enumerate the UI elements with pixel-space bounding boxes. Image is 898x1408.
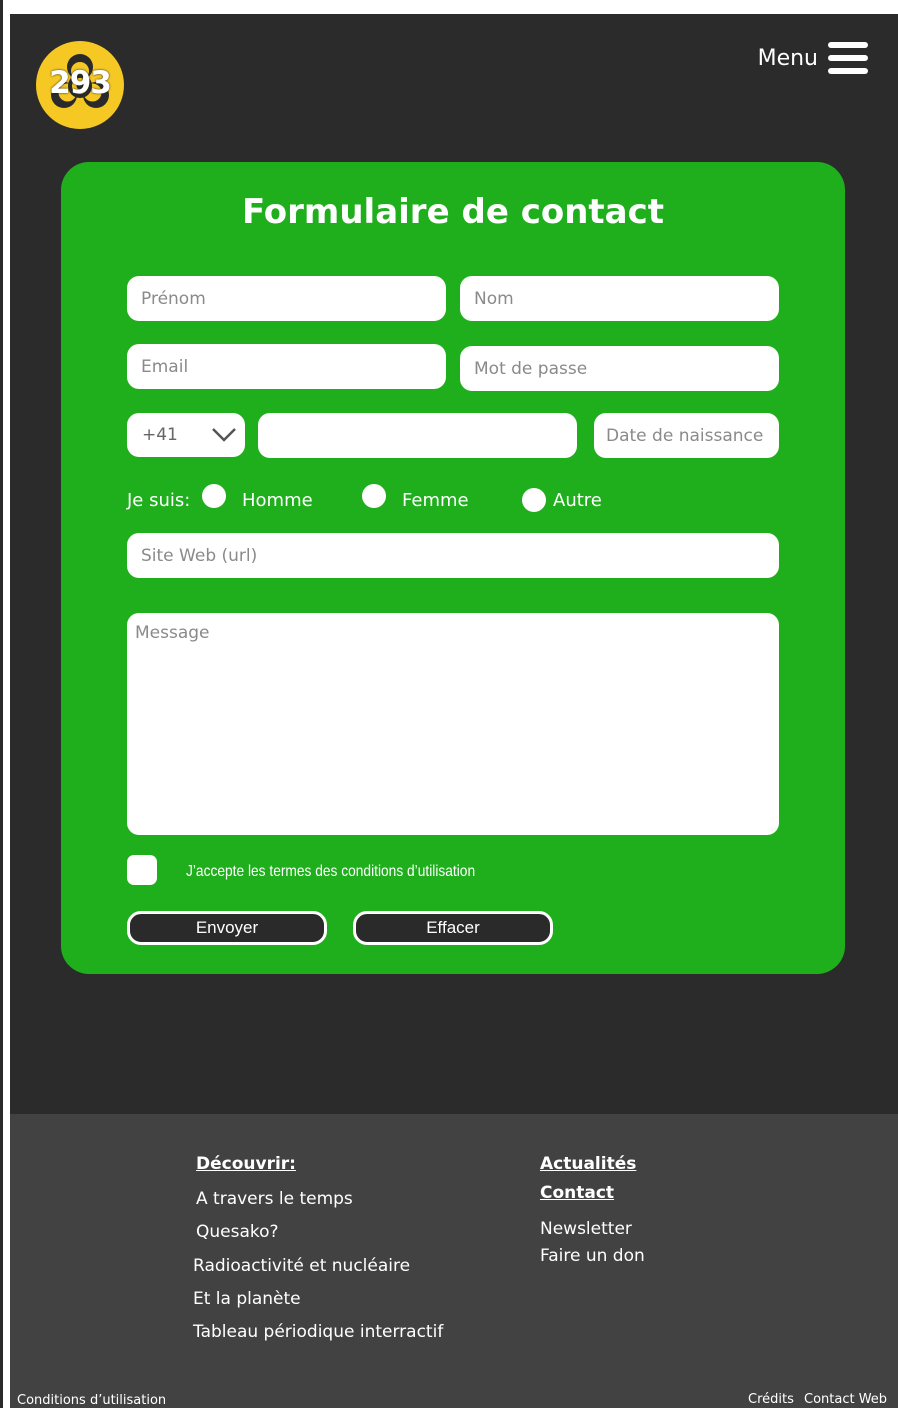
site-footer: Découvrir: A travers le temps Quesako? R… xyxy=(10,1114,898,1408)
phone-prefix-select[interactable]: +41 xyxy=(127,413,245,457)
reset-button[interactable]: Effacer xyxy=(353,911,553,945)
message-textarea[interactable] xyxy=(127,613,779,835)
footer-link[interactable]: Quesako? xyxy=(196,1222,279,1242)
radio-femme[interactable] xyxy=(362,484,386,508)
contact-form-card: Formulaire de contact +41 Je suis: Homme… xyxy=(61,162,845,974)
footer-discover-heading[interactable]: Découvrir: xyxy=(196,1154,296,1174)
password-input[interactable] xyxy=(460,346,779,391)
footer-link[interactable]: Et la planète xyxy=(193,1289,301,1309)
gender-label: Je suis: xyxy=(127,490,191,511)
website-input[interactable] xyxy=(127,533,779,578)
terms-label: J’accepte les termes des conditions d’ut… xyxy=(186,863,476,880)
radio-homme[interactable] xyxy=(202,484,226,508)
menu-button[interactable]: Menu xyxy=(758,42,868,74)
footer-link[interactable]: Tableau périodique interractif xyxy=(193,1322,443,1342)
footer-terms-link[interactable]: Conditions d’utilisation xyxy=(17,1393,166,1408)
birthdate-input[interactable] xyxy=(594,413,779,458)
footer-news-heading[interactable]: Actualités xyxy=(540,1154,636,1174)
menu-label: Menu xyxy=(757,45,818,71)
footer-link[interactable]: A travers le temps xyxy=(196,1189,353,1209)
phone-input[interactable] xyxy=(258,413,577,458)
submit-button[interactable]: Envoyer xyxy=(127,911,327,945)
page-title: Formulaire de contact xyxy=(241,192,665,232)
top-edge xyxy=(0,0,898,14)
chevron-down-icon xyxy=(212,428,236,442)
phone-prefix-value: +41 xyxy=(142,425,178,445)
terms-checkbox[interactable] xyxy=(127,855,157,885)
radio-autre[interactable] xyxy=(522,488,546,512)
footer-link[interactable]: Radioactivité et nucléaire xyxy=(193,1256,410,1276)
email-input[interactable] xyxy=(127,344,446,389)
footer-contact-heading[interactable]: Contact xyxy=(540,1183,614,1203)
site-logo[interactable]: 293 xyxy=(36,41,124,129)
gender-radio-group: Je suis: Homme Femme Autre xyxy=(127,484,747,516)
left-edge xyxy=(0,0,3,1408)
radio-homme-label: Homme xyxy=(242,490,313,511)
footer-contact-web-link[interactable]: Contact Web xyxy=(804,1392,887,1407)
firstname-input[interactable] xyxy=(127,276,446,321)
radio-femme-label: Femme xyxy=(402,490,469,511)
hamburger-menu-icon xyxy=(828,42,868,74)
radio-autre-label: Autre xyxy=(553,490,602,511)
lastname-input[interactable] xyxy=(460,276,779,321)
logo-number: 293 xyxy=(49,65,112,101)
footer-link-newsletter[interactable]: Newsletter xyxy=(540,1219,632,1239)
footer-link-donate[interactable]: Faire un don xyxy=(540,1246,645,1266)
footer-credits-link[interactable]: Crédits xyxy=(748,1392,794,1407)
